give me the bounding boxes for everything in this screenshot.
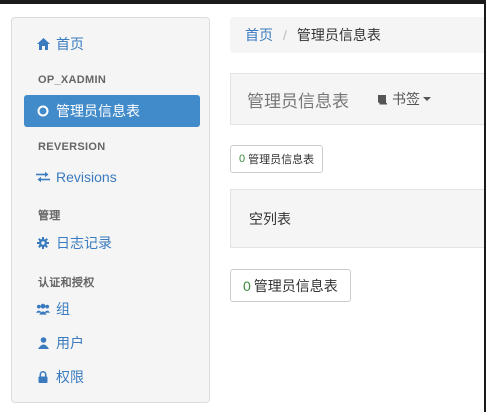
gear-icon bbox=[36, 236, 50, 250]
sidebar-item-label: 日志记录 bbox=[56, 235, 112, 251]
bookmark-dropdown[interactable]: 书签 bbox=[377, 89, 431, 109]
breadcrumb-current: 管理员信息表 bbox=[296, 27, 381, 43]
users-icon bbox=[36, 302, 50, 316]
admin-info-count-button-small[interactable]: 0 管理员信息表 bbox=[230, 145, 324, 173]
sidebar-item-admin-info[interactable]: 管理员信息表 bbox=[24, 95, 200, 127]
sidebar-item-label: 首页 bbox=[56, 36, 84, 52]
page-title: 管理员信息表 bbox=[247, 91, 349, 111]
book-icon bbox=[377, 94, 388, 105]
sidebar-item-group[interactable]: 组 bbox=[24, 293, 200, 325]
top-bar bbox=[0, 0, 486, 4]
empty-list-panel: 空列表 bbox=[230, 189, 486, 248]
sidebar-item-label: 管理员信息表 bbox=[56, 103, 140, 119]
count-value: 0 bbox=[239, 153, 246, 165]
count-value: 0 bbox=[243, 277, 251, 294]
page-header: 管理员信息表 书签 bbox=[230, 73, 486, 125]
breadcrumb: 首页 / 管理员信息表 bbox=[230, 17, 486, 53]
sidebar-item-label: 用户 bbox=[56, 335, 84, 351]
exchange-icon bbox=[36, 170, 50, 184]
sidebar-item-revisions[interactable]: Revisions bbox=[24, 161, 200, 193]
sidebar-item-user[interactable]: 用户 bbox=[24, 327, 200, 359]
home-icon bbox=[36, 37, 50, 51]
lock-icon bbox=[36, 370, 50, 384]
button-label: 管理员信息表 bbox=[248, 154, 315, 166]
circle-icon bbox=[36, 104, 50, 118]
user-icon bbox=[36, 336, 50, 350]
breadcrumb-separator: / bbox=[283, 27, 287, 43]
admin-info-count-button[interactable]: 0 管理员信息表 bbox=[230, 269, 351, 302]
empty-list-text: 空列表 bbox=[249, 210, 291, 227]
sidebar-item-label: 组 bbox=[56, 301, 70, 317]
breadcrumb-home-link[interactable]: 首页 bbox=[245, 25, 273, 45]
bookmark-label: 书签 bbox=[392, 91, 420, 107]
sidebar-item-log[interactable]: 日志记录 bbox=[24, 227, 200, 259]
sidebar: 首页 OP_XADMIN 管理员信息表 REVERSION Revisions … bbox=[11, 17, 210, 403]
button-label: 管理员信息表 bbox=[253, 277, 338, 294]
sidebar-section-header: OP_XADMIN bbox=[38, 74, 107, 86]
sidebar-section-header: REVERSION bbox=[38, 141, 106, 153]
sidebar-item-home[interactable]: 首页 bbox=[24, 28, 200, 60]
caret-down-icon bbox=[423, 97, 431, 101]
sidebar-section-header: 认证和授权 bbox=[38, 277, 95, 289]
sidebar-item-label: 权限 bbox=[56, 369, 84, 385]
sidebar-item-label: Revisions bbox=[56, 169, 117, 185]
sidebar-section-header: 管理 bbox=[38, 210, 61, 222]
sidebar-item-permission[interactable]: 权限 bbox=[24, 361, 200, 393]
